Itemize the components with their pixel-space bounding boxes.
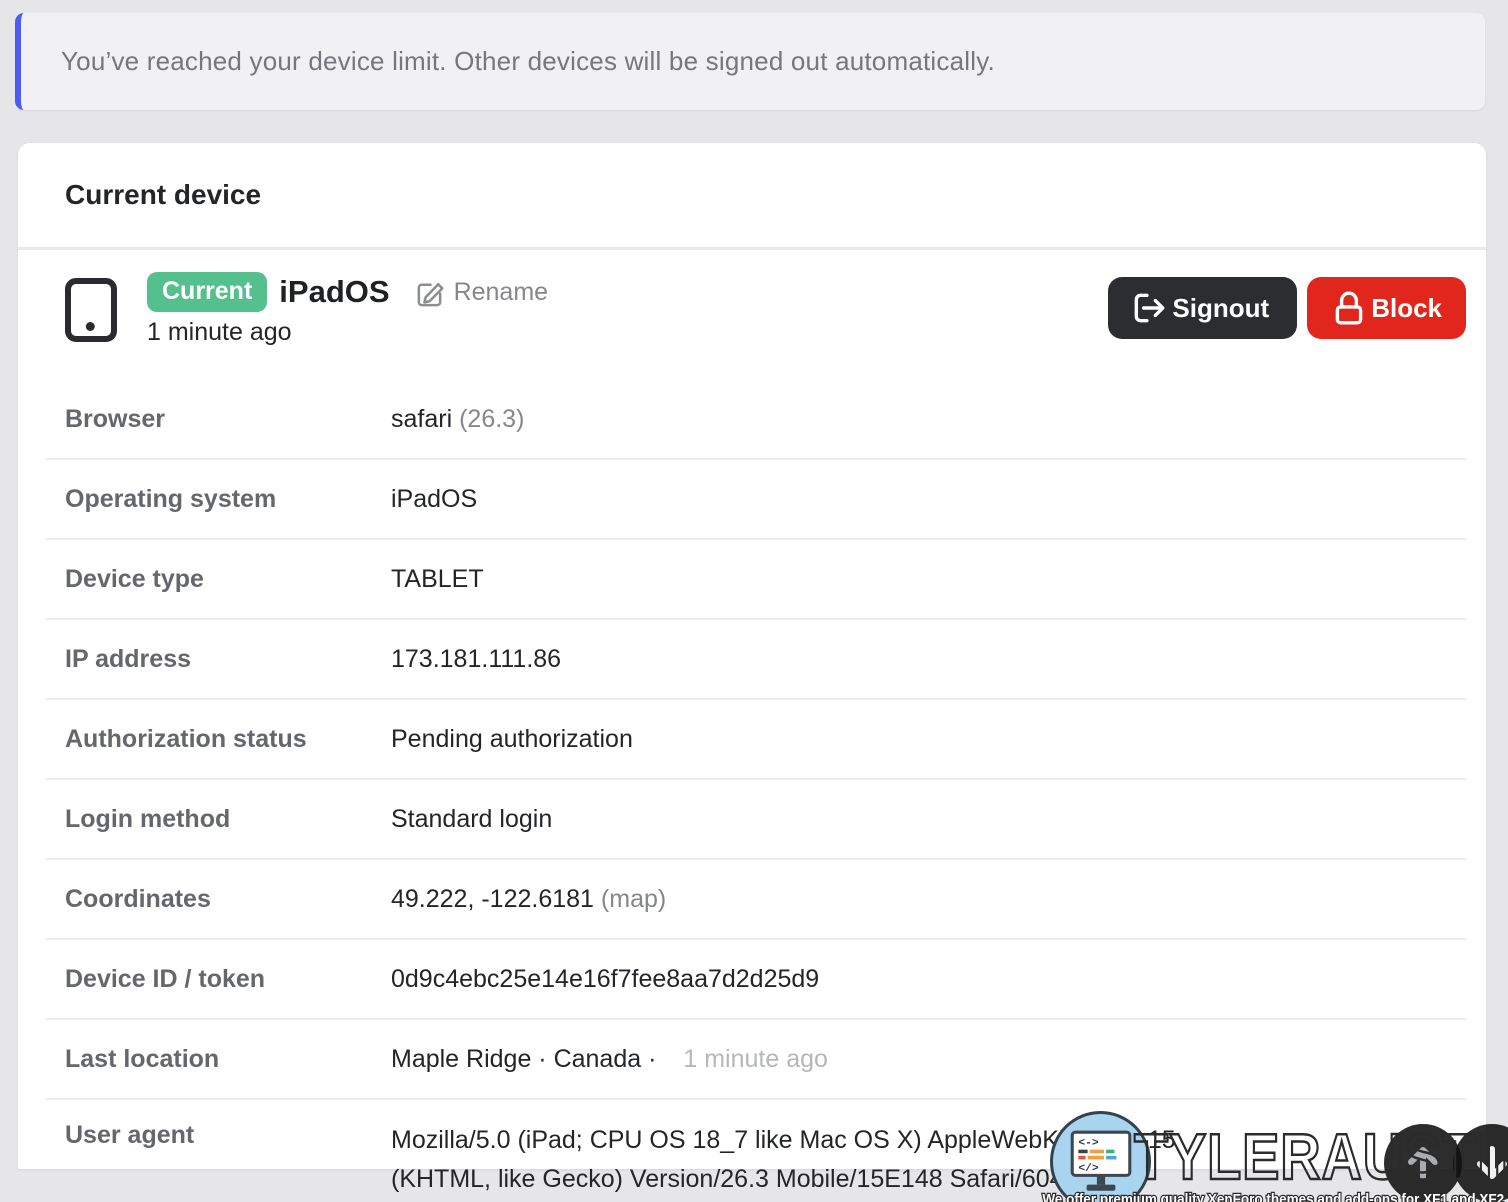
device-type-value: TABLET <box>391 560 484 599</box>
sign-out-icon <box>1130 289 1168 327</box>
map-link[interactable]: (map) <box>601 885 666 913</box>
ip-address-value: 173.181.111.86 <box>391 640 561 679</box>
device-info: Current iPadOS Rename 1 minute ago <box>147 272 548 347</box>
signout-button[interactable]: Signout <box>1108 277 1297 339</box>
watermark-brand-text: TYLERAUSTIN <box>1134 1119 1508 1194</box>
page-title: Current device <box>65 179 261 211</box>
status-badge-current: Current <box>147 272 267 312</box>
row-device-id: Device ID / token 0d9c4ebc25e14e16f7fee8… <box>46 940 1466 1020</box>
row-browser: Browser safari (26.3) <box>46 380 1466 460</box>
authorization-status-value: Pending authorization <box>391 720 633 759</box>
coordinates-value: 49.222, -122.6181 <box>391 885 594 913</box>
device-header: Current iPadOS Rename 1 minute ago <box>18 250 1486 380</box>
os-value: iPadOS <box>391 480 477 519</box>
tablet-icon <box>65 278 117 342</box>
login-method-value: Standard login <box>391 800 552 839</box>
device-id-value: 0d9c4ebc25e14e16f7fee8aa7d2d25d9 <box>391 960 819 999</box>
row-device-type: Device type TABLET <box>46 540 1466 620</box>
code-monitor-icon: <-> </> <box>1065 1129 1137 1195</box>
device-name: iPadOS <box>279 274 389 310</box>
browser-value: safari <box>391 405 452 433</box>
edit-pencil-icon <box>414 277 445 308</box>
current-device-card: Current device Current iPadOS Rename 1 m <box>18 143 1486 1169</box>
card-header: Current device <box>18 143 1486 250</box>
watermark-tagline: We offer premium quality XenForo themes … <box>1042 1191 1504 1202</box>
rename-label: Rename <box>454 278 549 307</box>
lock-icon <box>1331 289 1367 327</box>
device-last-seen: 1 minute ago <box>147 318 548 347</box>
row-authorization-status: Authorization status Pending authorizati… <box>46 700 1466 780</box>
device-detail-table: Browser safari (26.3) Operating system i… <box>46 380 1466 1199</box>
row-last-location: Last location Maple Ridge · Canada · 1 m… <box>46 1020 1466 1100</box>
row-login-method: Login method Standard login <box>46 780 1466 860</box>
row-coordinates: Coordinates 49.222, -122.6181 (map) <box>46 860 1466 940</box>
alert-message: You’ve reached your device limit. Other … <box>61 46 995 77</box>
device-actions: Signout Block <box>1108 277 1466 339</box>
rename-button[interactable]: Rename <box>414 277 549 308</box>
signout-label: Signout <box>1172 293 1269 324</box>
svg-text:<->: <-> <box>1078 1137 1099 1149</box>
browser-version: (26.3) <box>459 405 524 433</box>
last-location-time: 1 minute ago <box>683 1045 828 1073</box>
row-operating-system: Operating system iPadOS <box>46 460 1466 540</box>
device-limit-alert: You’ve reached your device limit. Other … <box>15 13 1485 110</box>
row-ip-address: IP address 173.181.111.86 <box>46 620 1466 700</box>
block-label: Block <box>1371 293 1442 324</box>
block-button[interactable]: Block <box>1307 277 1466 339</box>
svg-text:</>: </> <box>1078 1163 1099 1175</box>
last-location-value: Maple Ridge · Canada · <box>391 1045 656 1073</box>
